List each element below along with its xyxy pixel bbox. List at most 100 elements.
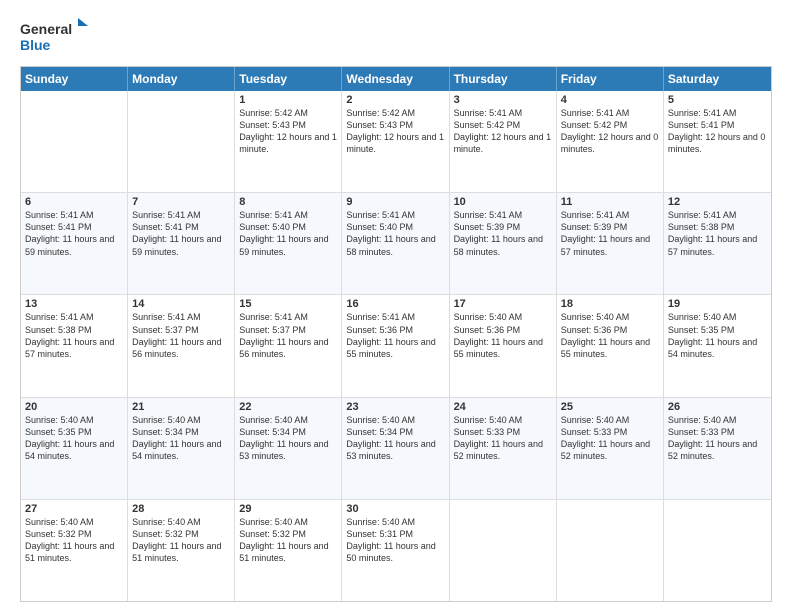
day-number: 21	[132, 401, 230, 413]
day-info: Sunrise: 5:40 AM Sunset: 5:33 PM Dayligh…	[454, 414, 552, 463]
day-info: Sunrise: 5:41 AM Sunset: 5:37 PM Dayligh…	[239, 311, 337, 360]
day-number: 18	[561, 298, 659, 310]
day-number: 15	[239, 298, 337, 310]
calendar-row-0: 1Sunrise: 5:42 AM Sunset: 5:43 PM Daylig…	[21, 91, 771, 193]
day-number: 27	[25, 503, 123, 515]
svg-text:General: General	[20, 21, 72, 37]
day-number: 22	[239, 401, 337, 413]
header-day-thursday: Thursday	[450, 67, 557, 91]
calendar-row-4: 27Sunrise: 5:40 AM Sunset: 5:32 PM Dayli…	[21, 500, 771, 601]
calendar-cell: 28Sunrise: 5:40 AM Sunset: 5:32 PM Dayli…	[128, 500, 235, 601]
day-number: 10	[454, 196, 552, 208]
day-number: 2	[346, 94, 444, 106]
day-number: 28	[132, 503, 230, 515]
calendar-cell	[664, 500, 771, 601]
calendar-row-1: 6Sunrise: 5:41 AM Sunset: 5:41 PM Daylig…	[21, 193, 771, 295]
calendar-cell: 19Sunrise: 5:40 AM Sunset: 5:35 PM Dayli…	[664, 295, 771, 396]
day-number: 14	[132, 298, 230, 310]
day-info: Sunrise: 5:41 AM Sunset: 5:38 PM Dayligh…	[668, 209, 767, 258]
day-number: 3	[454, 94, 552, 106]
day-number: 4	[561, 94, 659, 106]
calendar-cell: 30Sunrise: 5:40 AM Sunset: 5:31 PM Dayli…	[342, 500, 449, 601]
calendar-cell	[21, 91, 128, 192]
day-number: 12	[668, 196, 767, 208]
day-number: 20	[25, 401, 123, 413]
day-info: Sunrise: 5:41 AM Sunset: 5:42 PM Dayligh…	[561, 107, 659, 156]
calendar-cell: 13Sunrise: 5:41 AM Sunset: 5:38 PM Dayli…	[21, 295, 128, 396]
calendar-cell	[450, 500, 557, 601]
day-info: Sunrise: 5:40 AM Sunset: 5:34 PM Dayligh…	[239, 414, 337, 463]
calendar-cell: 25Sunrise: 5:40 AM Sunset: 5:33 PM Dayli…	[557, 398, 664, 499]
day-number: 25	[561, 401, 659, 413]
day-number: 8	[239, 196, 337, 208]
day-number: 6	[25, 196, 123, 208]
calendar-cell	[557, 500, 664, 601]
day-info: Sunrise: 5:40 AM Sunset: 5:35 PM Dayligh…	[25, 414, 123, 463]
header-day-wednesday: Wednesday	[342, 67, 449, 91]
day-number: 29	[239, 503, 337, 515]
header-day-sunday: Sunday	[21, 67, 128, 91]
header-day-tuesday: Tuesday	[235, 67, 342, 91]
calendar-cell: 14Sunrise: 5:41 AM Sunset: 5:37 PM Dayli…	[128, 295, 235, 396]
day-info: Sunrise: 5:40 AM Sunset: 5:32 PM Dayligh…	[239, 516, 337, 565]
calendar-cell: 22Sunrise: 5:40 AM Sunset: 5:34 PM Dayli…	[235, 398, 342, 499]
day-info: Sunrise: 5:41 AM Sunset: 5:42 PM Dayligh…	[454, 107, 552, 156]
day-number: 24	[454, 401, 552, 413]
calendar-cell: 2Sunrise: 5:42 AM Sunset: 5:43 PM Daylig…	[342, 91, 449, 192]
calendar-cell: 18Sunrise: 5:40 AM Sunset: 5:36 PM Dayli…	[557, 295, 664, 396]
calendar-header: SundayMondayTuesdayWednesdayThursdayFrid…	[21, 67, 771, 91]
day-number: 16	[346, 298, 444, 310]
calendar: SundayMondayTuesdayWednesdayThursdayFrid…	[20, 66, 772, 602]
header-day-saturday: Saturday	[664, 67, 771, 91]
calendar-cell: 26Sunrise: 5:40 AM Sunset: 5:33 PM Dayli…	[664, 398, 771, 499]
calendar-cell: 15Sunrise: 5:41 AM Sunset: 5:37 PM Dayli…	[235, 295, 342, 396]
calendar-cell: 20Sunrise: 5:40 AM Sunset: 5:35 PM Dayli…	[21, 398, 128, 499]
day-info: Sunrise: 5:41 AM Sunset: 5:40 PM Dayligh…	[346, 209, 444, 258]
day-number: 17	[454, 298, 552, 310]
day-number: 7	[132, 196, 230, 208]
calendar-cell	[128, 91, 235, 192]
day-info: Sunrise: 5:41 AM Sunset: 5:41 PM Dayligh…	[25, 209, 123, 258]
day-number: 5	[668, 94, 767, 106]
day-info: Sunrise: 5:40 AM Sunset: 5:34 PM Dayligh…	[346, 414, 444, 463]
calendar-cell: 9Sunrise: 5:41 AM Sunset: 5:40 PM Daylig…	[342, 193, 449, 294]
day-info: Sunrise: 5:40 AM Sunset: 5:36 PM Dayligh…	[454, 311, 552, 360]
header-day-monday: Monday	[128, 67, 235, 91]
page-header: General Blue	[20, 16, 772, 56]
calendar-cell: 21Sunrise: 5:40 AM Sunset: 5:34 PM Dayli…	[128, 398, 235, 499]
calendar-cell: 7Sunrise: 5:41 AM Sunset: 5:41 PM Daylig…	[128, 193, 235, 294]
calendar-cell: 5Sunrise: 5:41 AM Sunset: 5:41 PM Daylig…	[664, 91, 771, 192]
day-info: Sunrise: 5:40 AM Sunset: 5:33 PM Dayligh…	[668, 414, 767, 463]
calendar-cell: 27Sunrise: 5:40 AM Sunset: 5:32 PM Dayli…	[21, 500, 128, 601]
day-info: Sunrise: 5:40 AM Sunset: 5:32 PM Dayligh…	[25, 516, 123, 565]
calendar-cell: 6Sunrise: 5:41 AM Sunset: 5:41 PM Daylig…	[21, 193, 128, 294]
calendar-cell: 17Sunrise: 5:40 AM Sunset: 5:36 PM Dayli…	[450, 295, 557, 396]
day-number: 11	[561, 196, 659, 208]
day-info: Sunrise: 5:41 AM Sunset: 5:37 PM Dayligh…	[132, 311, 230, 360]
calendar-cell: 8Sunrise: 5:41 AM Sunset: 5:40 PM Daylig…	[235, 193, 342, 294]
logo-icon: General Blue	[20, 16, 90, 56]
day-info: Sunrise: 5:40 AM Sunset: 5:31 PM Dayligh…	[346, 516, 444, 565]
day-number: 9	[346, 196, 444, 208]
logo: General Blue	[20, 16, 90, 56]
day-number: 19	[668, 298, 767, 310]
calendar-cell: 1Sunrise: 5:42 AM Sunset: 5:43 PM Daylig…	[235, 91, 342, 192]
day-info: Sunrise: 5:41 AM Sunset: 5:36 PM Dayligh…	[346, 311, 444, 360]
calendar-cell: 12Sunrise: 5:41 AM Sunset: 5:38 PM Dayli…	[664, 193, 771, 294]
calendar-row-2: 13Sunrise: 5:41 AM Sunset: 5:38 PM Dayli…	[21, 295, 771, 397]
day-info: Sunrise: 5:41 AM Sunset: 5:41 PM Dayligh…	[132, 209, 230, 258]
day-info: Sunrise: 5:40 AM Sunset: 5:32 PM Dayligh…	[132, 516, 230, 565]
calendar-cell: 4Sunrise: 5:41 AM Sunset: 5:42 PM Daylig…	[557, 91, 664, 192]
day-number: 13	[25, 298, 123, 310]
calendar-cell: 29Sunrise: 5:40 AM Sunset: 5:32 PM Dayli…	[235, 500, 342, 601]
day-info: Sunrise: 5:41 AM Sunset: 5:39 PM Dayligh…	[561, 209, 659, 258]
day-number: 30	[346, 503, 444, 515]
day-number: 1	[239, 94, 337, 106]
calendar-cell: 16Sunrise: 5:41 AM Sunset: 5:36 PM Dayli…	[342, 295, 449, 396]
day-info: Sunrise: 5:40 AM Sunset: 5:35 PM Dayligh…	[668, 311, 767, 360]
header-day-friday: Friday	[557, 67, 664, 91]
day-info: Sunrise: 5:41 AM Sunset: 5:38 PM Dayligh…	[25, 311, 123, 360]
calendar-cell: 10Sunrise: 5:41 AM Sunset: 5:39 PM Dayli…	[450, 193, 557, 294]
day-info: Sunrise: 5:41 AM Sunset: 5:39 PM Dayligh…	[454, 209, 552, 258]
calendar-cell: 24Sunrise: 5:40 AM Sunset: 5:33 PM Dayli…	[450, 398, 557, 499]
